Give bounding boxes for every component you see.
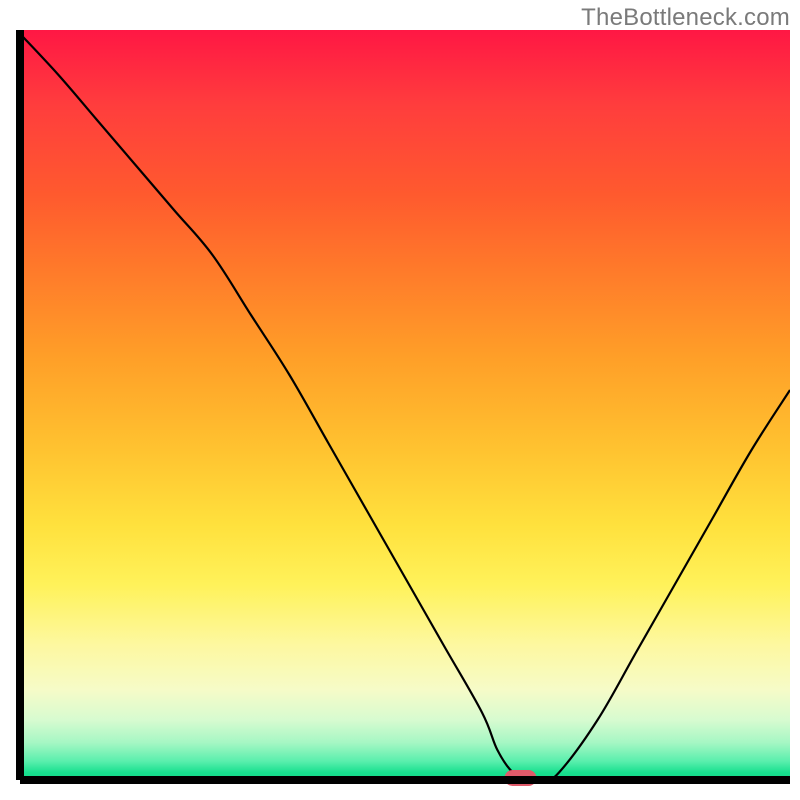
gradient-background (20, 30, 790, 780)
chart-svg (0, 0, 800, 800)
bottleneck-chart: TheBottleneck.com (0, 0, 800, 800)
